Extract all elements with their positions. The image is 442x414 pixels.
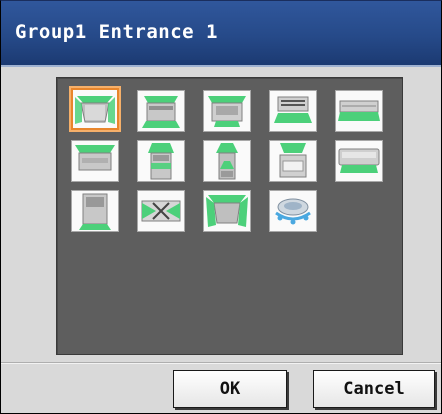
icon-tile-floor-standing-up[interactable] <box>137 140 185 182</box>
2-way-cassette-icon <box>142 96 180 128</box>
icon-tile-wall-mounted[interactable] <box>335 140 383 182</box>
floor-standing-up-icon <box>148 143 174 180</box>
icon-tile-4-way-cassette[interactable] <box>69 86 121 132</box>
1-way-cassette-icon <box>208 96 246 127</box>
floor-console-icon <box>279 143 307 178</box>
icon-tile-2-way-cassette[interactable] <box>137 90 185 132</box>
icon-tile-floor-standing-cabinet[interactable] <box>71 190 119 232</box>
dialog-title: Group1 Entrance 1 <box>15 21 218 43</box>
icon-tile-floor-standing-tall[interactable] <box>203 140 251 182</box>
cancel-button[interactable]: Cancel <box>313 370 435 408</box>
round-ceiling-fan-icon <box>275 198 311 225</box>
icon-tile-wall-mounted-slim[interactable] <box>335 90 383 132</box>
wall-mounted-icon <box>338 148 380 173</box>
icon-select-dialog: Group1 Entrance 1 OK Cancel <box>0 0 442 414</box>
icon-tile-ceiling-concealed[interactable] <box>269 90 317 132</box>
ok-button[interactable]: OK <box>173 370 287 408</box>
icon-tile-floor-console[interactable] <box>269 140 317 182</box>
floor-standing-cabinet-icon <box>79 193 111 230</box>
icon-tile-lossnay-ventilation[interactable] <box>137 190 185 232</box>
4-way-cassette-icon <box>75 96 115 124</box>
lossnay-ventilation-icon <box>141 200 181 222</box>
icon-tile-1-way-cassette[interactable] <box>203 90 251 132</box>
icon-tile-ceiling-suspended[interactable] <box>71 140 119 182</box>
floor-standing-tall-icon <box>216 143 238 180</box>
ceiling-suspended-icon <box>75 145 115 171</box>
ceiling-concealed-icon <box>274 96 312 123</box>
icon-grid-panel <box>56 77 403 355</box>
wall-mounted-slim-icon <box>338 100 380 121</box>
footer-divider <box>1 362 441 364</box>
title-bar: Group1 Entrance 1 <box>1 1 441 67</box>
cassette-down-icon <box>206 195 248 227</box>
icon-tile-cassette-down[interactable] <box>203 190 251 232</box>
icon-tile-round-ceiling-fan[interactable] <box>269 190 317 232</box>
